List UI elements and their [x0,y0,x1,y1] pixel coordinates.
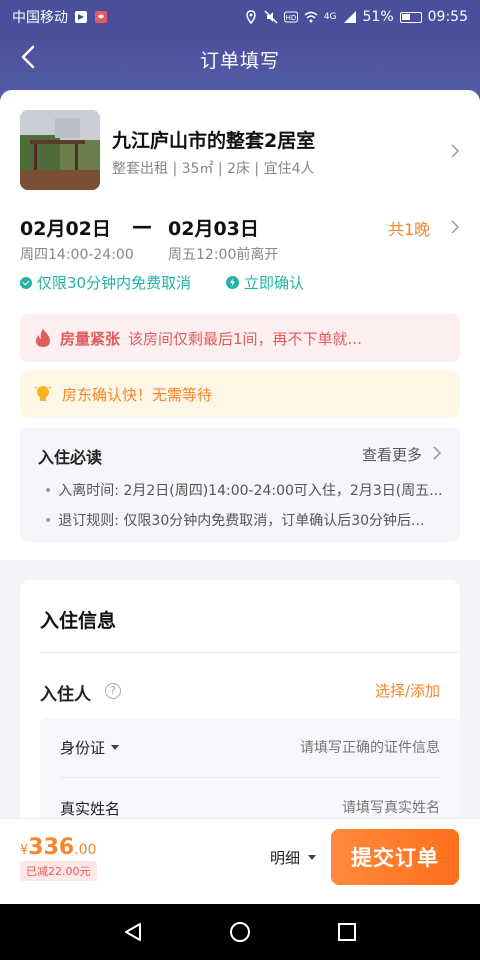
real-name-input[interactable] [220,800,440,816]
low-availability-alert: 房量紧张 该房间仅剩最后1间，再不下单就... [20,314,460,362]
checkin-info-card: 入住信息 入住人 ? 选择/添加 身份证 真实姓名 [20,580,460,848]
wifi-icon [304,11,318,23]
system-recents-icon[interactable] [336,921,358,943]
checkin-notice-panel[interactable]: 入住必读 查看更多 入离时间: 2月2日(周四)14:00-24:00可入住，2… [20,428,460,542]
id-number-input[interactable] [220,739,440,756]
id-type-row: 身份证 [60,718,440,778]
guest-label: 入住人 [40,685,91,705]
battery-percent: 51% [362,9,394,25]
help-icon[interactable]: ? [105,683,121,699]
select-add-guest-link[interactable]: 选择/添加 [375,680,440,701]
fire-icon [36,329,50,347]
clock: 09:55 [427,9,468,25]
network-type: 4G [323,12,337,22]
mute-icon [264,10,278,24]
host-confirm-text: 房东确认快！无需等待 [62,385,213,404]
checkin-info-title: 入住信息 [40,610,117,632]
price-detail-label: 明细 [270,849,301,867]
submit-order-button[interactable]: 提交订单 [331,829,459,885]
notice-line-refund: 退订规则: 仅限30分钟内免费取消，订单确认后30分钟后... [44,510,444,530]
lightning-circle-icon [226,276,239,289]
id-type-selector[interactable]: 身份证 [60,737,120,758]
check-circle-icon [20,276,32,289]
nights-count[interactable]: 共1晚 [388,216,430,240]
signal-icon [343,11,356,23]
listing-chevron-icon[interactable] [448,144,462,158]
page-title: 订单填写 [199,50,280,72]
checkin-date[interactable]: 02月02日 [20,214,111,241]
system-home-icon[interactable] [229,921,251,943]
free-cancel-label: 仅限30分钟内免费取消 [37,274,192,292]
system-back-icon[interactable] [122,921,144,943]
checkout-time: 周五12:00前离开 [168,247,279,263]
date-separator: — [132,214,152,238]
location-icon [246,10,256,24]
alert-heading: 房量紧张 [60,329,121,348]
notice-title: 入住必读 [38,448,103,467]
id-type-label: 身份证 [60,739,106,757]
free-cancel-tag: 仅限30分钟内免费取消 [20,272,191,293]
checkin-time: 周四14:00-24:00 [20,247,134,263]
discount-badge: 已减22.00元 [20,861,97,881]
view-more-link[interactable]: 查看更多 [362,444,422,465]
instant-confirm-tag: 立即确认 [226,272,304,293]
real-name-label: 真实姓名 [60,799,121,818]
hd-icon: HD [283,11,298,23]
price-decimal: .00 [74,842,97,858]
host-confirm-notice: 房东确认快！无需等待 [20,370,460,418]
caret-down-icon [308,855,317,860]
instant-confirm-label: 立即确认 [244,274,305,292]
caret-down-icon [111,745,120,750]
checkout-date[interactable]: 02月03日 [168,214,259,241]
bottom-action-bar: ¥336.00 已减22.00元 明细 提交订单 [0,818,480,904]
listing-thumbnail[interactable] [20,110,100,190]
svg-text:HD: HD [285,14,296,22]
divider [40,652,460,653]
system-navigation-bar [0,904,480,960]
gift-notification-icon [95,11,107,23]
price-integer: 336 [28,835,75,860]
price-detail-toggle[interactable]: 明细 [270,847,317,868]
listing-subtitle: 整套出租 | 35㎡ | 2床 | 宜住4人 [112,161,315,177]
app-notification-icon [75,11,87,23]
lightbulb-icon [34,386,52,401]
total-price: ¥336.00 [20,835,96,860]
alert-text: 该房间仅剩最后1间，再不下单就... [128,329,362,348]
listing-title[interactable]: 九江庐山市的整套2居室 [112,126,315,153]
order-summary-card: 九江庐山市的整套2居室 整套出租 | 35㎡ | 2床 | 宜住4人 02月02… [0,90,480,560]
ticket-edge-divider [0,552,480,560]
view-more-chevron-icon[interactable] [430,446,444,460]
battery-icon [399,11,422,23]
carrier-label: 中国移动 [12,10,68,26]
notice-line-checkin: 入离时间: 2月2日(周四)14:00-24:00可入住，2月3日(周五... [44,480,444,500]
status-bar: 中国移动 HD 4G 51% 09:55 [0,0,480,34]
dates-chevron-icon[interactable] [448,220,462,234]
